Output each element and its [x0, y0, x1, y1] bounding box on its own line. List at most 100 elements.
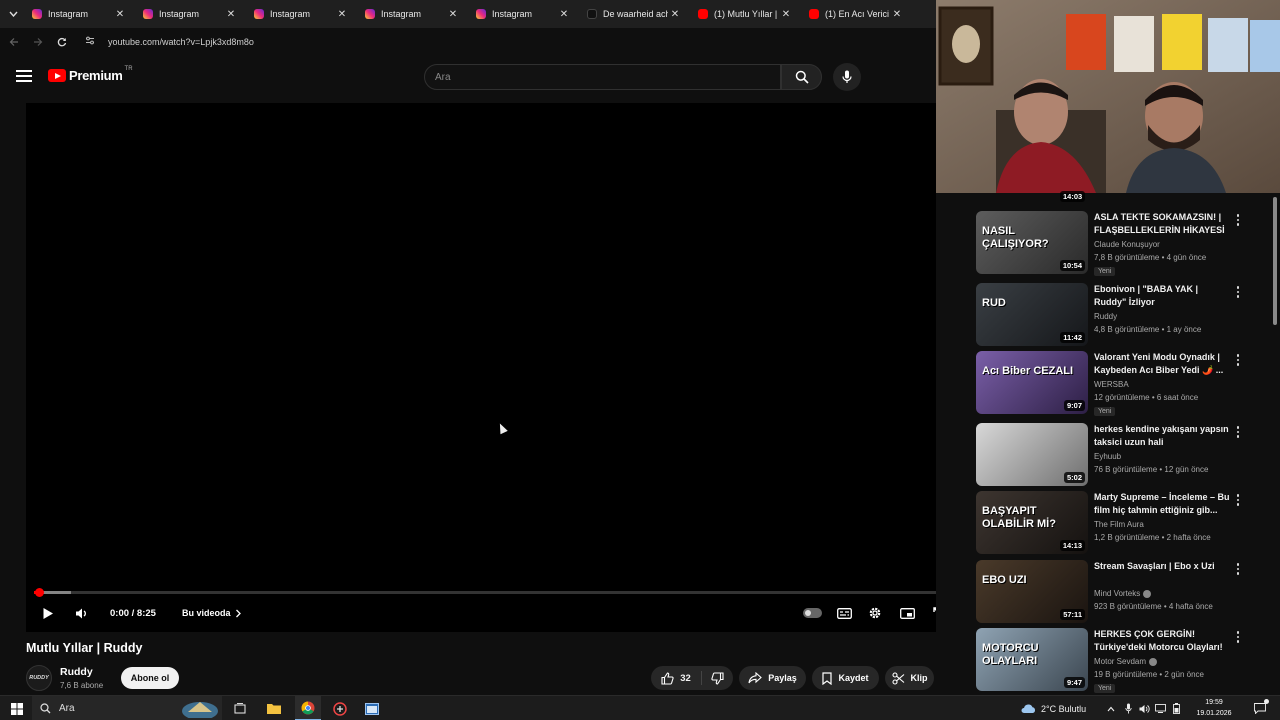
play-button[interactable]	[38, 602, 58, 624]
reload-button[interactable]	[50, 28, 74, 56]
channel-avatar[interactable]: RUDDY	[26, 665, 52, 691]
voice-search-button[interactable]	[833, 63, 861, 91]
more-vertical-icon[interactable]	[1234, 562, 1242, 576]
related-video-title[interactable]: Ebonivon | "BABA YAK | Ruddy" İzliyor	[1094, 283, 1232, 309]
tray-microphone[interactable]	[1121, 696, 1135, 720]
related-channel-name: Ruddy	[1094, 312, 1118, 321]
close-icon[interactable]: ✕	[668, 9, 682, 20]
browser-tab[interactable]: Instagram ✕	[359, 0, 470, 28]
related-video-title[interactable]: Valorant Yeni Modu Oynadık | Kaybeden Ac…	[1094, 351, 1232, 377]
site-info-icon[interactable]	[78, 36, 102, 48]
browser-tab[interactable]: Instagram ✕	[470, 0, 581, 28]
related-channel[interactable]: WERSBA	[1094, 380, 1129, 389]
subscribe-button[interactable]: Abone ol	[121, 667, 179, 689]
related-channel[interactable]: Motor Sevdam	[1094, 657, 1158, 666]
related-channel[interactable]: Mind Vorteks	[1094, 589, 1152, 598]
start-button[interactable]	[4, 696, 30, 720]
related-video-item[interactable]: BAŞYAPIT OLABİLİR Mİ? 14:13 Marty Supreme …	[976, 491, 1260, 555]
video-thumbnail[interactable]: EBO UZI 57:11	[976, 560, 1088, 623]
miniplayer-button[interactable]	[896, 602, 918, 624]
tab-label: Instagram	[492, 9, 533, 19]
sidebar-scrollbar[interactable]	[1270, 193, 1280, 691]
window-taskbar-button[interactable]	[360, 696, 384, 720]
youtube-premium-logo[interactable]: Premium TR	[48, 66, 133, 83]
browser-tab[interactable]: Instagram ✕	[26, 0, 137, 28]
browser-tab[interactable]: (1) Mutlu Yıllar | R ✕	[692, 0, 803, 28]
related-video-item[interactable]: EBO UZI 57:11 Stream Savaşları | Ebo x Uzi…	[976, 560, 1260, 624]
related-video-item[interactable]: MOTORCU OLAYLARI 9:47 HERKES ÇOK GERGİN! T…	[976, 628, 1260, 693]
channel-name[interactable]: Ruddy	[60, 666, 93, 678]
related-channel[interactable]: Ruddy	[1094, 312, 1117, 321]
back-button[interactable]	[2, 28, 26, 56]
forward-button[interactable]	[26, 28, 50, 56]
video-player[interactable]: 0:00 / 8:25 Bu videoda	[26, 103, 958, 632]
tray-battery[interactable]	[1169, 696, 1183, 720]
menu-icon[interactable]	[16, 70, 32, 82]
save-button[interactable]: Kaydet	[812, 666, 879, 690]
related-channel[interactable]: The Film Aura	[1094, 520, 1144, 529]
tray-volume[interactable]	[1137, 696, 1151, 720]
video-thumbnail[interactable]: NASIL ÇALIŞIYOR? 10:54	[976, 211, 1088, 274]
weather-widget[interactable]: 2°C Bulutlu	[1020, 696, 1100, 720]
subtitles-button[interactable]	[833, 602, 855, 624]
task-view-button[interactable]	[228, 696, 252, 720]
close-icon[interactable]: ✕	[446, 9, 460, 20]
dislike-button[interactable]	[702, 666, 733, 690]
browser-tab[interactable]: Instagram ✕	[137, 0, 248, 28]
close-icon[interactable]: ✕	[557, 9, 571, 20]
browser-tab[interactable]: Instagram ✕	[248, 0, 359, 28]
volume-button[interactable]	[71, 602, 91, 624]
search-input[interactable]	[425, 65, 780, 89]
url-text[interactable]: youtube.com/watch?v=Lpjk3xd8m8o	[108, 37, 254, 47]
tab-search-button[interactable]	[0, 0, 26, 28]
more-vertical-icon[interactable]	[1234, 493, 1242, 507]
related-channel[interactable]: Eyhuub	[1094, 452, 1121, 461]
search-button[interactable]	[781, 64, 822, 90]
notifications-button[interactable]	[1250, 696, 1270, 720]
related-channel[interactable]: Claude Konuşuyor	[1094, 240, 1160, 249]
related-video-title[interactable]: ASLA TEKTE SOKAMAZSIN! | FLAŞBELLEKLERİN…	[1094, 211, 1232, 237]
file-explorer-button[interactable]	[262, 696, 286, 720]
related-video-title[interactable]: Stream Savaşları | Ebo x Uzi	[1094, 560, 1232, 573]
settings-button[interactable]	[864, 602, 886, 624]
related-video-item[interactable]: RUD 11:42 Ebonivon | "BABA YAK | Ruddy" İz…	[976, 283, 1260, 347]
more-vertical-icon[interactable]	[1234, 285, 1242, 299]
close-icon[interactable]: ✕	[335, 9, 349, 20]
tray-network[interactable]	[1153, 696, 1167, 720]
close-icon[interactable]: ✕	[113, 9, 127, 20]
related-video-title[interactable]: herkes kendine yakışanı yapsın taksici u…	[1094, 423, 1232, 449]
more-vertical-icon[interactable]	[1234, 630, 1242, 644]
chrome-taskbar-button[interactable]	[295, 696, 321, 720]
system-clock[interactable]: 19:59 19.01.2026	[1192, 697, 1236, 719]
related-video-title[interactable]: Marty Supreme – İnceleme – Bu film hiç t…	[1094, 491, 1232, 517]
autoplay-toggle[interactable]	[801, 602, 823, 624]
related-video-item[interactable]: Acı Biber CEZALI 9:07 Valorant Yeni Modu O…	[976, 351, 1260, 416]
share-button[interactable]: Paylaş	[739, 666, 806, 690]
scrollbar-thumb[interactable]	[1273, 197, 1277, 325]
taskbar-search[interactable]: Ara	[32, 696, 222, 720]
video-thumbnail[interactable]: Acı Biber CEZALI 9:07	[976, 351, 1088, 414]
related-video-item[interactable]: NASIL ÇALIŞIYOR? 10:54 ASLA TEKTE SOKAMAZS…	[976, 211, 1260, 276]
more-vertical-icon[interactable]	[1234, 425, 1242, 439]
browser-tab[interactable]: De waarheid acht ✕	[581, 0, 692, 28]
close-icon[interactable]: ✕	[779, 9, 793, 20]
video-thumbnail[interactable]: 5:02	[976, 423, 1088, 486]
progress-scrubber[interactable]	[34, 588, 44, 597]
video-thumbnail[interactable]: RUD 11:42	[976, 283, 1088, 346]
chapter-button[interactable]: Bu videoda	[182, 602, 242, 624]
video-thumbnail[interactable]: BAŞYAPIT OLABİLİR Mİ? 14:13	[976, 491, 1088, 554]
like-button[interactable]: 32	[651, 666, 701, 690]
related-video-item[interactable]: 5:02 herkes kendine yakışanı yapsın taksi…	[976, 423, 1260, 487]
tray-overflow-button[interactable]	[1104, 696, 1118, 720]
app-taskbar-button[interactable]	[328, 696, 352, 720]
more-vertical-icon[interactable]	[1234, 353, 1242, 367]
close-icon[interactable]: ✕	[224, 9, 238, 20]
video-thumbnail[interactable]: MOTORCU OLAYLARI 9:47	[976, 628, 1088, 691]
more-vertical-icon[interactable]	[1234, 213, 1242, 227]
clip-button[interactable]: Klip	[885, 666, 934, 690]
browser-tab[interactable]: (1) En Acı Verici G✕	[803, 0, 914, 28]
like-count: 32	[680, 672, 691, 684]
progress-bar[interactable]	[34, 588, 950, 597]
close-icon[interactable]: ✕	[890, 9, 904, 20]
related-video-title[interactable]: HERKES ÇOK GERGİN! Türkiye'deki Motorcu …	[1094, 628, 1232, 654]
